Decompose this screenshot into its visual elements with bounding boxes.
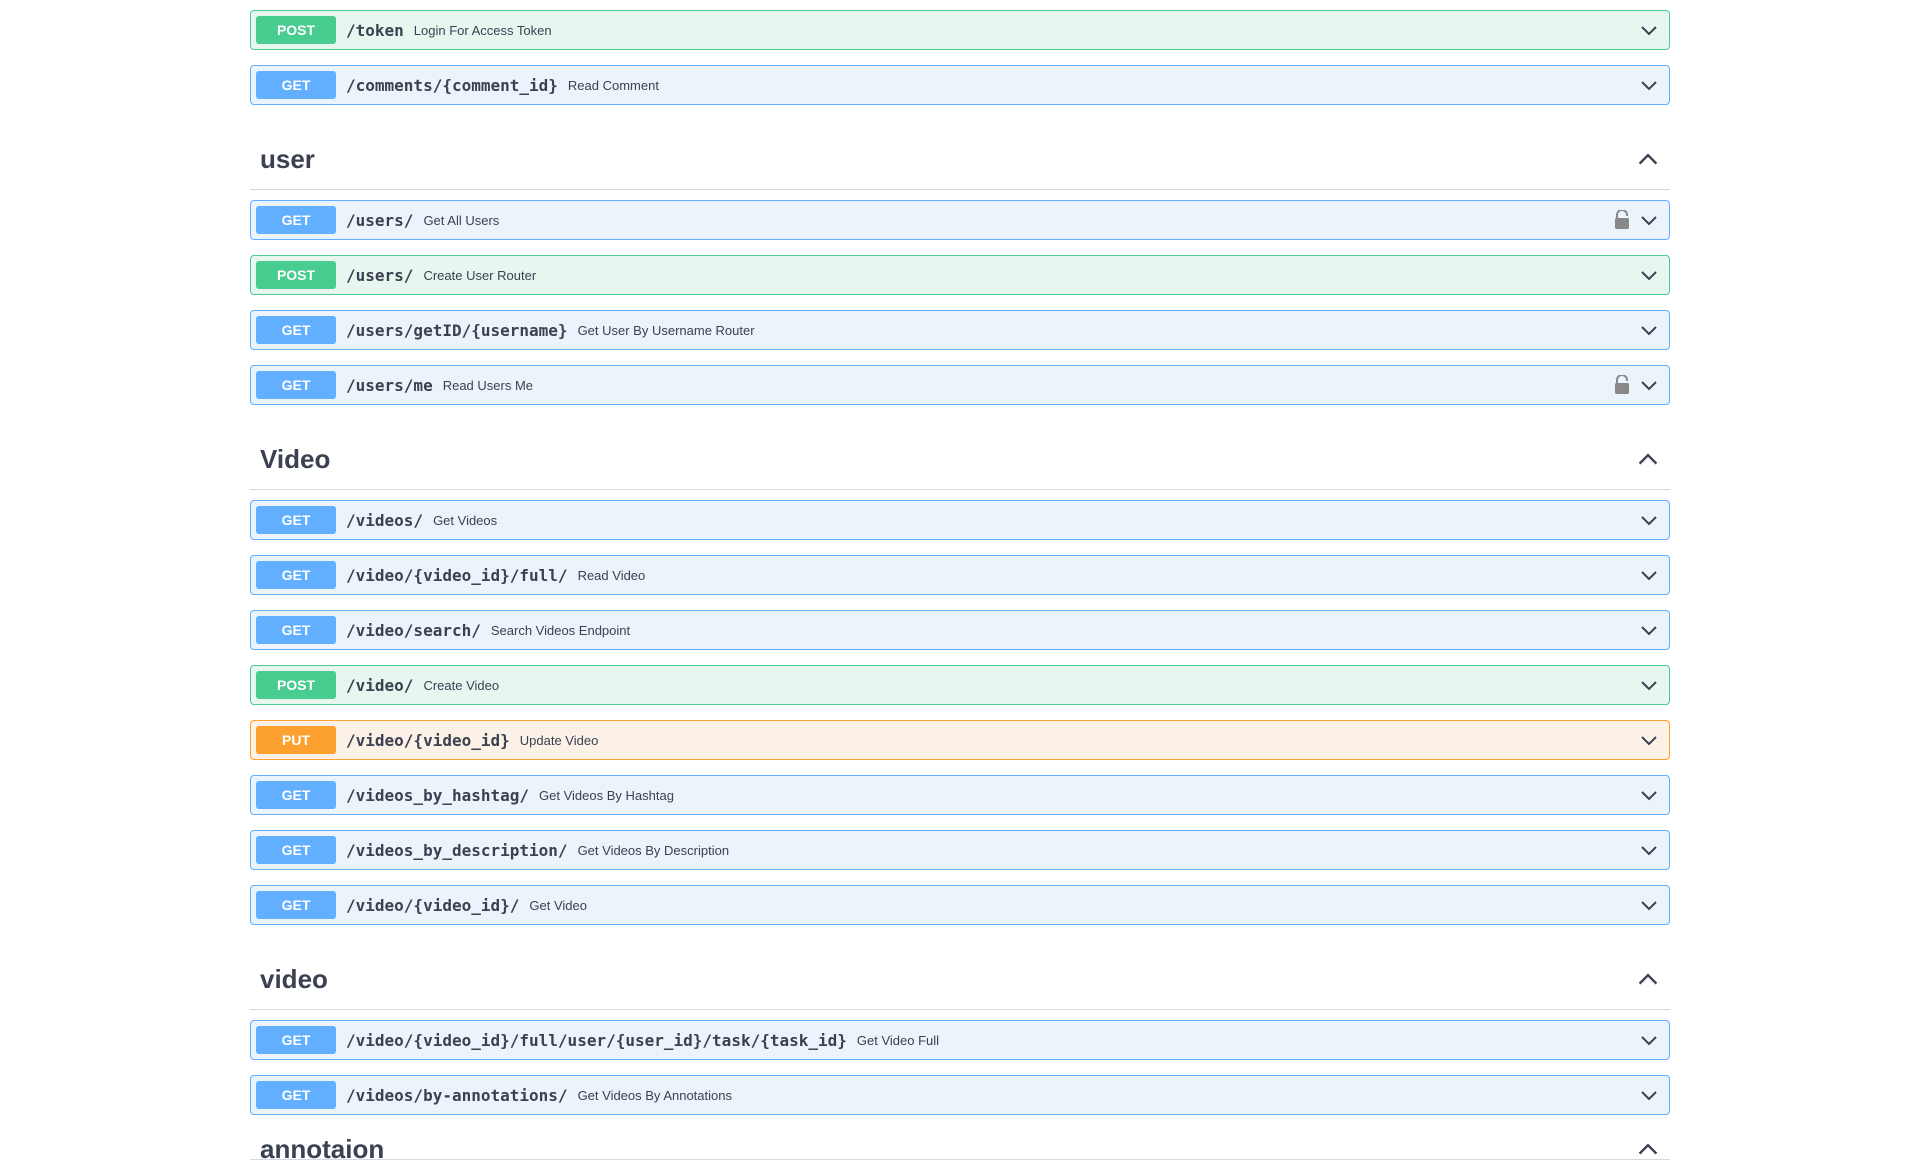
method-badge: GET xyxy=(256,891,336,919)
method-badge: GET xyxy=(256,781,336,809)
chevron-down-icon[interactable] xyxy=(1639,895,1659,915)
chevron-down-icon[interactable] xyxy=(1639,785,1659,805)
method-badge: GET xyxy=(256,206,336,234)
operation-summary: Get All Users xyxy=(423,212,500,228)
operation-path: /users/ xyxy=(346,210,414,230)
method-badge: GET xyxy=(256,836,336,864)
operation-summary: Read Comment xyxy=(567,77,659,93)
operation-path: /video/search/ xyxy=(346,620,481,640)
operation-path: /videos_by_description/ xyxy=(346,840,568,860)
chevron-down-icon[interactable] xyxy=(1639,75,1659,95)
operation-summary: Update Video xyxy=(519,732,599,748)
operation-summary: Get Videos By Annotations xyxy=(577,1087,732,1103)
operation-summary: Get Video Full xyxy=(856,1032,940,1048)
operation-summary: Create Video xyxy=(423,677,500,693)
chevron-down-icon[interactable] xyxy=(1639,1085,1659,1105)
operation-summary: Get User By Username Router xyxy=(577,322,755,338)
operation-path: /comments/{comment_id} xyxy=(346,75,558,95)
chevron-down-icon[interactable] xyxy=(1639,210,1659,230)
operation-get[interactable]: GET/videos/by-annotations/Get Videos By … xyxy=(250,1075,1670,1115)
chevron-down-icon[interactable] xyxy=(1639,320,1659,340)
operation-path: /videos/ xyxy=(346,510,424,530)
section-header[interactable]: user xyxy=(250,120,1670,190)
operation-get[interactable]: GET/videos_by_description/Get Videos By … xyxy=(250,830,1670,870)
chevron-down-icon[interactable] xyxy=(1639,620,1659,640)
operation-get[interactable]: GET/comments/{comment_id} Read Comment xyxy=(250,65,1670,105)
section-title: Video xyxy=(260,444,331,474)
operation-summary: Get Videos xyxy=(433,512,498,528)
method-badge: GET xyxy=(256,71,336,99)
chevron-up-icon[interactable] xyxy=(1636,958,1660,992)
method-badge: PUT xyxy=(256,726,336,754)
method-badge: GET xyxy=(256,316,336,344)
swagger-operations-list: POST/token Login For Access Token GET/comm… xyxy=(250,0,1670,1166)
operation-post[interactable]: POST/video/Create Video xyxy=(250,665,1670,705)
chevron-down-icon[interactable] xyxy=(1639,510,1659,530)
operation-get[interactable]: GET/video/search/Search Videos Endpoint xyxy=(250,610,1670,650)
chevron-down-icon[interactable] xyxy=(1639,565,1659,585)
operation-path: /video/{video_id}/ xyxy=(346,895,520,915)
method-badge: POST xyxy=(256,671,336,699)
operation-path: /videos_by_hashtag/ xyxy=(346,785,530,805)
lock-icon[interactable] xyxy=(1613,375,1631,395)
chevron-down-icon[interactable] xyxy=(1639,730,1659,750)
method-badge: GET xyxy=(256,506,336,534)
operation-get[interactable]: GET/videos_by_hashtag/Get Videos By Hash… xyxy=(250,775,1670,815)
chevron-down-icon[interactable] xyxy=(1639,840,1659,860)
chevron-up-icon[interactable] xyxy=(1636,438,1660,472)
chevron-up-icon[interactable] xyxy=(1636,1130,1660,1160)
operation-path: /users/ xyxy=(346,265,414,285)
chevron-up-icon[interactable] xyxy=(1636,138,1660,172)
method-badge: GET xyxy=(256,616,336,644)
chevron-down-icon[interactable] xyxy=(1639,265,1659,285)
operation-summary: Read Users Me xyxy=(442,377,534,393)
method-badge: GET xyxy=(256,1081,336,1109)
lock-icon[interactable] xyxy=(1613,210,1631,230)
operation-path: /users/me xyxy=(346,375,433,395)
operation-summary: Get Video xyxy=(529,897,587,913)
method-badge: GET xyxy=(256,561,336,589)
chevron-down-icon[interactable] xyxy=(1639,20,1659,40)
method-badge: POST xyxy=(256,261,336,289)
operation-path: /video/{video_id} xyxy=(346,730,510,750)
operation-summary: Create User Router xyxy=(423,267,537,283)
operation-path: /token xyxy=(346,20,404,40)
section-header[interactable]: Video xyxy=(250,420,1670,490)
operation-get[interactable]: GET/videos/Get Videos xyxy=(250,500,1670,540)
section-header[interactable]: video xyxy=(250,940,1670,1010)
section-title: video xyxy=(260,964,328,994)
operation-get[interactable]: GET/video/{video_id}/full/Read Video xyxy=(250,555,1670,595)
operation-summary: Search Videos Endpoint xyxy=(490,622,631,638)
operation-path: /videos/by-annotations/ xyxy=(346,1085,568,1105)
operation-get[interactable]: GET/users/Get All Users xyxy=(250,200,1670,240)
method-badge: GET xyxy=(256,1026,336,1054)
chevron-down-icon[interactable] xyxy=(1639,375,1659,395)
operation-put[interactable]: PUT/video/{video_id} Update Video xyxy=(250,720,1670,760)
operation-get[interactable]: GET/video/{video_id}/full/user/{user_id}… xyxy=(250,1020,1670,1060)
operation-path: /video/{video_id}/full/user/{user_id}/ta… xyxy=(346,1030,847,1050)
operation-post[interactable]: POST/token Login For Access Token xyxy=(250,10,1670,50)
operation-get[interactable]: GET/users/getID/{username} Get User By Us… xyxy=(250,310,1670,350)
operation-path: /video/ xyxy=(346,675,414,695)
operation-path: /video/{video_id}/full/ xyxy=(346,565,568,585)
operation-summary: Login For Access Token xyxy=(413,22,552,38)
section-title: user xyxy=(260,144,315,174)
chevron-down-icon[interactable] xyxy=(1639,675,1659,695)
operation-get[interactable]: GET/video/{video_id}/ Get Video xyxy=(250,885,1670,925)
operation-summary: Get Videos By Hashtag xyxy=(539,787,674,803)
operation-post[interactable]: POST/users/Create User Router xyxy=(250,255,1670,295)
section-title: annotaion xyxy=(260,1134,385,1160)
chevron-down-icon[interactable] xyxy=(1639,1030,1659,1050)
method-badge: POST xyxy=(256,16,336,44)
operation-get[interactable]: GET/users/me Read Users Me xyxy=(250,365,1670,405)
section-header[interactable]: annotaion xyxy=(250,1130,1670,1160)
method-badge: GET xyxy=(256,371,336,399)
operation-path: /users/getID/{username} xyxy=(346,320,568,340)
operation-summary: Read Video xyxy=(577,567,646,583)
operation-summary: Get Videos By Description xyxy=(577,842,730,858)
